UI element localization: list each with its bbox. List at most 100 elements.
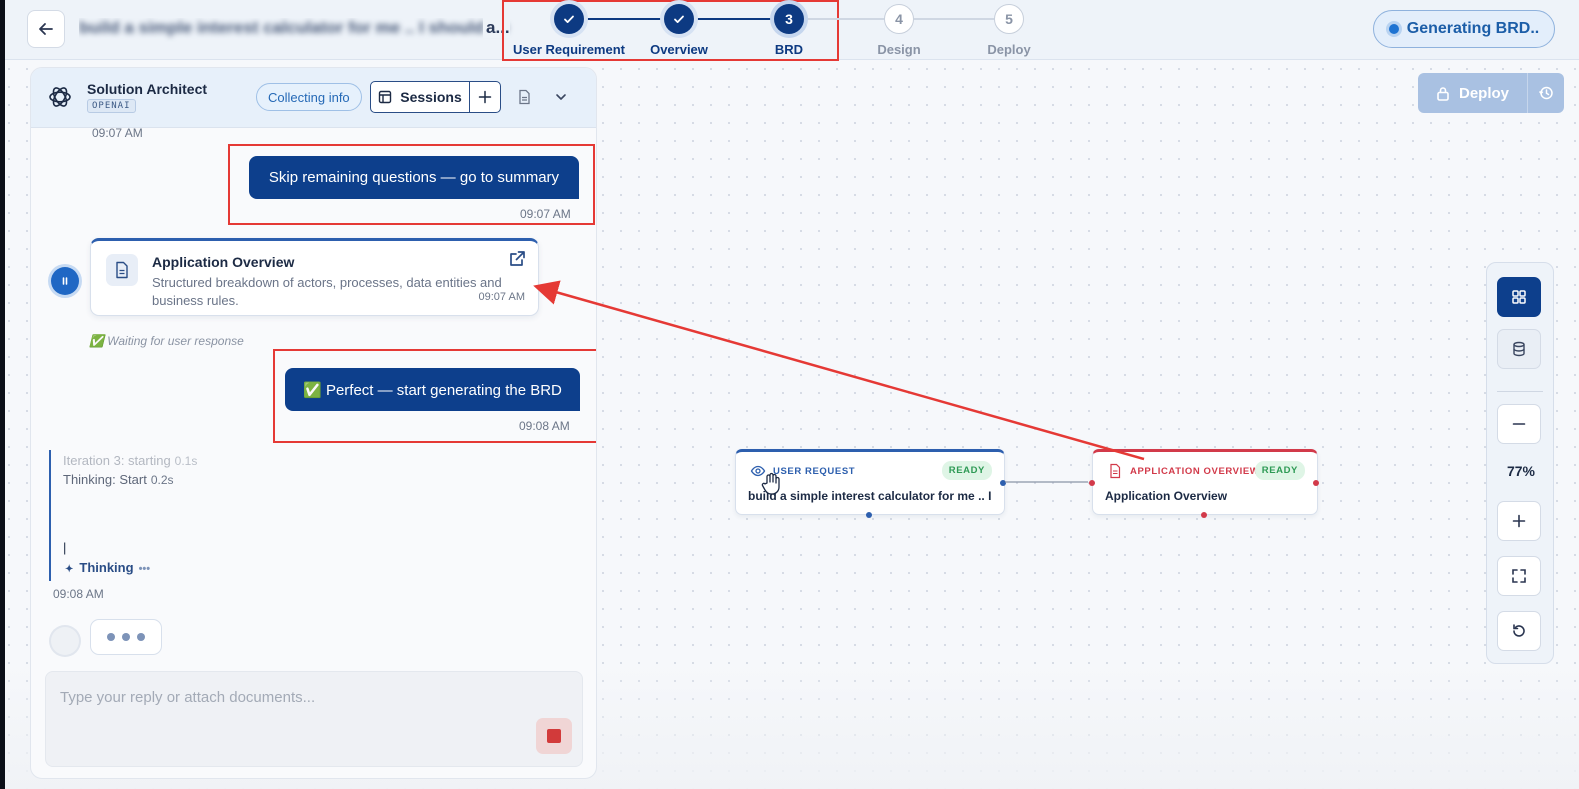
step-number: 5 [994, 4, 1024, 34]
message-timestamp: 09:08 AM [53, 587, 104, 601]
grid-view-button[interactable] [1497, 277, 1541, 317]
table-icon [379, 90, 392, 104]
arrow-left-icon [39, 23, 53, 35]
node-text: build a simple interest calculator for m… [748, 489, 993, 503]
plus-icon [1512, 514, 1526, 528]
thinking-indicator: ✦ Thinking ••• [65, 560, 150, 575]
history-icon [1538, 86, 1553, 100]
node-port[interactable] [1089, 480, 1095, 486]
typing-indicator [90, 619, 162, 655]
external-link-icon[interactable] [508, 250, 526, 268]
thinking-start-text: Thinking: Start [63, 472, 147, 487]
node-port[interactable] [866, 512, 872, 518]
chevron-down-icon [556, 94, 566, 100]
provider-tag: OPENAI [87, 99, 136, 113]
typing-dot [107, 633, 115, 641]
ready-badge: READY [941, 461, 992, 480]
text-cursor: | [63, 540, 67, 555]
thinking-log-line: Thinking: Start 0.2s [63, 472, 174, 487]
openai-logo-icon [49, 87, 71, 107]
waiting-status: ✅ Waiting for user response [89, 334, 244, 348]
stop-icon [547, 729, 561, 743]
typing-dot [137, 633, 145, 641]
deploy-button[interactable]: Deploy [1418, 73, 1528, 113]
duration: 0.1s [174, 454, 198, 468]
user-message-bubble: ✅ Perfect — start generating the BRD [285, 368, 580, 411]
zoom-level: 77% [1506, 463, 1536, 479]
sessions-label: Sessions [400, 89, 462, 105]
card-description: Structured breakdown of actors, processe… [152, 275, 502, 308]
zoom-in-button[interactable] [1497, 501, 1541, 541]
sessions-button[interactable]: Sessions [371, 82, 470, 112]
ready-badge: READY [1254, 461, 1305, 480]
chat-panel: Solution Architect OPENAI Collecting inf… [30, 67, 597, 779]
node-port[interactable] [1000, 480, 1006, 486]
check-icon [554, 4, 584, 34]
document-icon [1110, 463, 1121, 479]
new-session-button[interactable] [470, 82, 500, 112]
node-port[interactable] [1313, 480, 1319, 486]
thinking-log: Iteration 3: starting 0.1s Thinking: Star… [49, 450, 499, 581]
deploy-label: Deploy [1458, 84, 1509, 102]
plus-icon [478, 90, 492, 104]
card-timestamp: 09:07 AM [478, 291, 525, 303]
card-title: Application Overview [152, 254, 295, 270]
collapse-button[interactable] [551, 87, 571, 107]
message-timestamp: 09:08 AM [519, 419, 570, 433]
application-overview-card[interactable]: Application Overview Structured breakdow… [90, 238, 539, 316]
generating-status-text: Generating BRD.. [1406, 20, 1540, 37]
sessions-button-group: Sessions [370, 81, 501, 113]
document-button[interactable] [514, 87, 534, 107]
project-title-blurred: build a simple interest calculator for m… [79, 18, 509, 37]
generating-status-pill: Generating BRD.. [1373, 10, 1555, 48]
typing-dot [122, 633, 130, 641]
reset-view-button[interactable] [1497, 611, 1541, 651]
duration: 0.2s [150, 473, 174, 487]
window-edge [0, 0, 5, 789]
fit-view-button[interactable] [1497, 556, 1541, 596]
project-title: build a simple interest calculator for m… [79, 18, 519, 42]
fullscreen-icon [1512, 569, 1526, 583]
pulse-dot-icon [1388, 24, 1399, 34]
document-icon [106, 254, 138, 286]
step-number: 4 [884, 4, 914, 34]
message-timestamp: 09:07 AM [520, 207, 571, 221]
lock-icon [1437, 86, 1449, 101]
toolbar-divider [1497, 391, 1543, 392]
collecting-status-badge: Collecting info [256, 83, 362, 111]
thinking-label: Thinking [79, 560, 134, 575]
step-deploy[interactable]: 5 Deploy [944, 4, 1074, 57]
reply-input[interactable] [60, 686, 560, 708]
minus-icon [1512, 423, 1526, 425]
user-message-bubble: Skip remaining questions — go to summary [249, 156, 579, 199]
document-icon [518, 89, 530, 105]
iteration-text: Iteration 3: starting [63, 453, 171, 468]
hand-cursor-icon [761, 472, 780, 495]
database-icon [1513, 341, 1525, 357]
pause-icon [62, 277, 68, 285]
node-type-label: USER REQUEST [773, 466, 856, 477]
reset-icon [1513, 624, 1525, 637]
step-label: Deploy [987, 42, 1031, 57]
sparkle-icon: ✦ [65, 564, 74, 575]
node-type-label: APPLICATION OVERVIEW [1130, 466, 1260, 477]
check-icon [664, 4, 694, 34]
agent-name: Solution Architect [87, 81, 208, 97]
thinking-log-line: Iteration 3: starting 0.1s [63, 453, 197, 468]
loading-dots-icon: ••• [138, 563, 151, 575]
grid-icon [1512, 290, 1526, 304]
database-view-button[interactable] [1497, 329, 1541, 369]
deploy-history-button[interactable] [1528, 73, 1564, 113]
back-button[interactable] [27, 10, 65, 48]
message-timestamp: 09:07 AM [92, 126, 143, 140]
agent-avatar [51, 267, 79, 295]
zoom-out-button[interactable] [1497, 404, 1541, 444]
agent-avatar [51, 627, 79, 655]
canvas-toolbar: 77% [1486, 262, 1554, 664]
stop-button[interactable] [536, 718, 572, 754]
node-port[interactable] [1201, 512, 1207, 518]
node-text: Application Overview [1105, 489, 1228, 503]
node-application-overview[interactable]: APPLICATION OVERVIEW READY Application O… [1089, 449, 1319, 518]
deploy-button-group: Deploy [1418, 73, 1564, 113]
reply-composer [45, 671, 583, 767]
